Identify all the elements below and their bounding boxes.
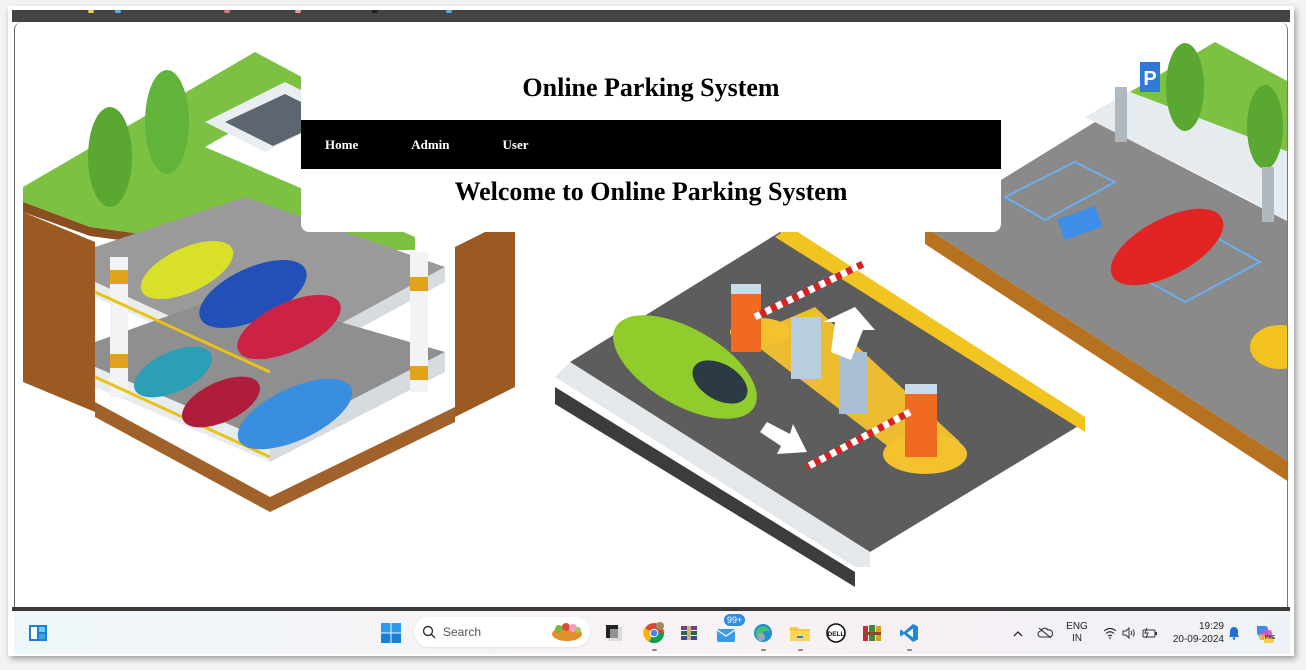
clock-time: 19:29 bbox=[1198, 621, 1224, 632]
search-placeholder: Search bbox=[443, 625, 482, 639]
taskbar: Search 99+ DELL ENG IN 19:29 20-09-2024 … bbox=[14, 611, 1290, 654]
dell-icon: DELL bbox=[826, 623, 846, 643]
mail-badge: 99+ bbox=[724, 614, 746, 626]
vscode-icon bbox=[900, 624, 918, 642]
browser-bookmarks-strip bbox=[12, 10, 1290, 22]
start-button[interactable] bbox=[379, 620, 403, 646]
site-header-card: Online Parking System Home Admin User We… bbox=[301, 64, 1001, 232]
cloud-off-icon bbox=[1037, 627, 1053, 639]
language-line2: IN bbox=[1072, 633, 1082, 644]
winrar-icon bbox=[681, 626, 697, 640]
folder-icon bbox=[790, 627, 810, 641]
dell-taskbar-button[interactable]: DELL bbox=[824, 620, 848, 646]
nav-home-link[interactable]: Home bbox=[325, 137, 358, 153]
winrar-books-icon bbox=[863, 625, 881, 641]
main-nav: Home Admin User bbox=[301, 120, 1001, 169]
task-view-button[interactable] bbox=[604, 620, 624, 646]
battery-charging-icon bbox=[1142, 627, 1157, 639]
task-view-icon bbox=[606, 625, 622, 641]
windows-start-icon bbox=[381, 623, 401, 643]
language-line1: ENG bbox=[1066, 621, 1088, 632]
nav-user-link[interactable]: User bbox=[503, 137, 529, 153]
nav-admin-link[interactable]: Admin bbox=[411, 137, 449, 153]
bell-icon bbox=[1229, 627, 1239, 640]
edge-taskbar-button[interactable] bbox=[751, 620, 775, 651]
chrome-icon bbox=[643, 622, 665, 644]
svg-text:DELL: DELL bbox=[828, 631, 845, 638]
search-highlight-salad-icon bbox=[552, 623, 582, 641]
file-explorer-taskbar-button[interactable] bbox=[788, 620, 812, 651]
winrar-2-taskbar-button[interactable] bbox=[860, 620, 884, 646]
site-title: Online Parking System bbox=[522, 73, 780, 102]
wifi-icon bbox=[1103, 627, 1116, 639]
notifications-button[interactable] bbox=[1227, 620, 1241, 646]
clock-date: 20-09-2024 bbox=[1172, 634, 1224, 645]
quick-settings-button[interactable] bbox=[1100, 620, 1160, 646]
volume-icon bbox=[1122, 627, 1135, 639]
copilot-button[interactable]: PRE bbox=[1252, 620, 1276, 646]
show-hidden-icons-button[interactable] bbox=[1010, 620, 1026, 646]
running-indicator bbox=[761, 649, 766, 651]
taskbar-search-box[interactable]: Search bbox=[414, 617, 590, 647]
language-indicator[interactable]: ENG IN bbox=[1064, 620, 1090, 646]
desktop-screen: P Online Parking System Home Admin User … bbox=[0, 0, 1306, 670]
edge-icon bbox=[754, 624, 772, 642]
chrome-taskbar-button[interactable] bbox=[641, 620, 667, 651]
copilot-badge: PRE bbox=[1265, 635, 1276, 641]
running-indicator bbox=[652, 649, 657, 651]
svg-text:P: P bbox=[1143, 68, 1156, 90]
running-indicator bbox=[907, 649, 912, 651]
mail-taskbar-button[interactable]: 99+ bbox=[714, 614, 746, 646]
widgets-icon bbox=[29, 625, 47, 641]
clock-button[interactable]: 19:29 20-09-2024 bbox=[1164, 620, 1224, 646]
vscode-taskbar-button[interactable] bbox=[897, 620, 921, 651]
search-icon bbox=[422, 625, 436, 639]
widgets-button[interactable] bbox=[26, 620, 50, 646]
chevron-up-icon bbox=[1013, 630, 1023, 636]
running-indicator bbox=[798, 649, 803, 651]
onedrive-button[interactable] bbox=[1036, 620, 1054, 646]
browser-viewport: P Online Parking System Home Admin User … bbox=[14, 22, 1288, 608]
welcome-heading: Welcome to Online Parking System bbox=[454, 177, 848, 206]
winrar-taskbar-button[interactable] bbox=[678, 620, 700, 646]
